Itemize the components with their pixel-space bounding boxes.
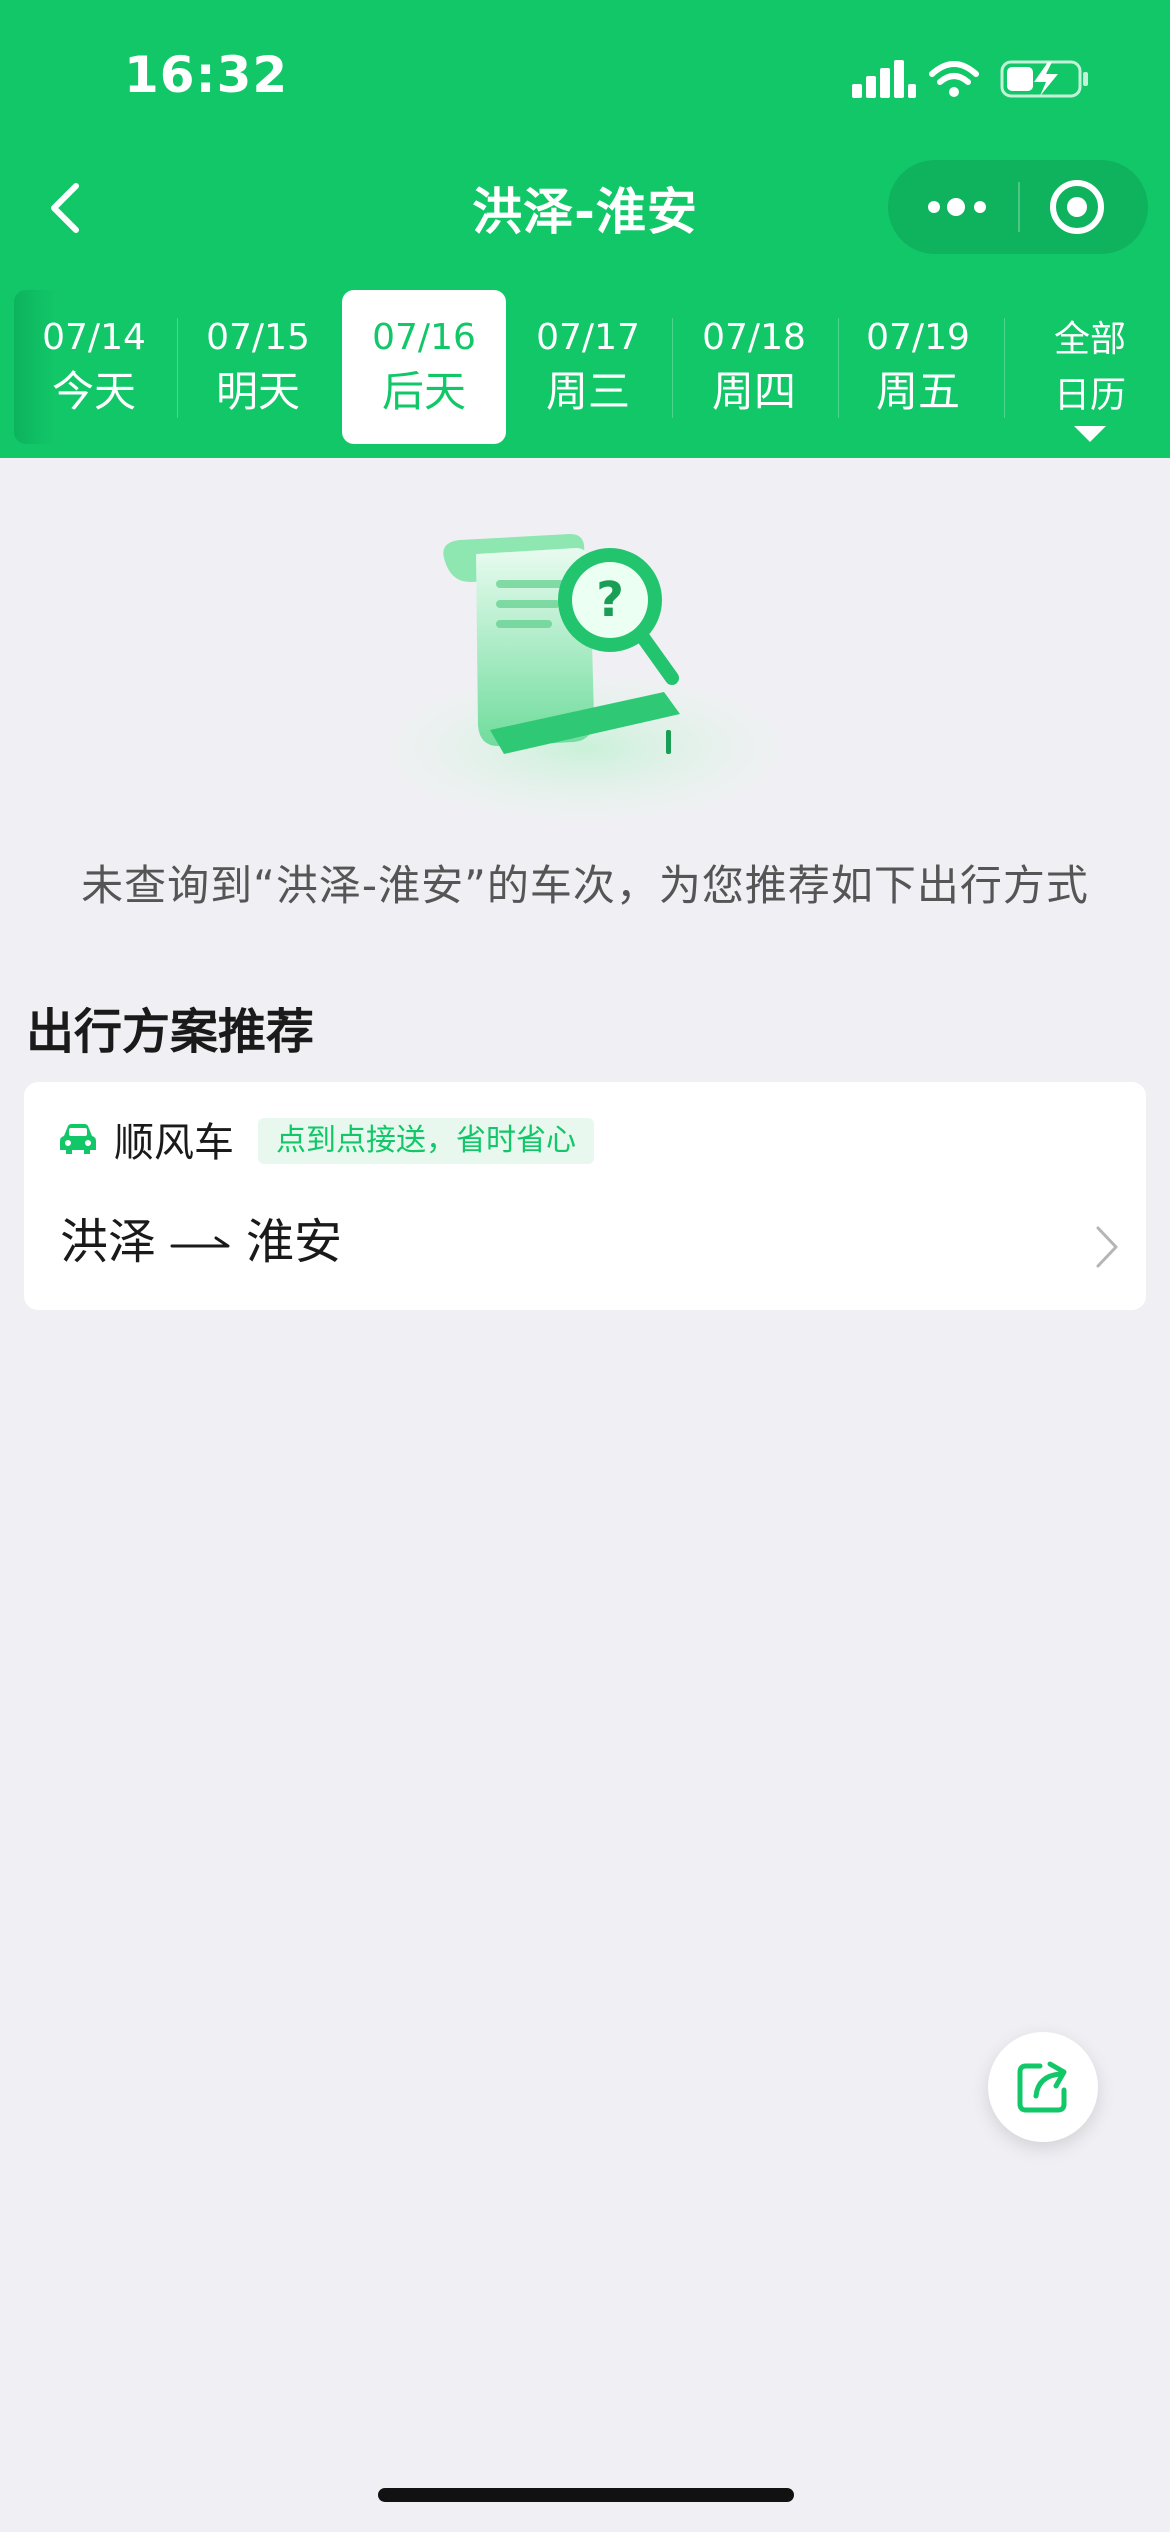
date-selector: 07/14 今天 07/15 明天 07/16 后天 07/17 周三 07/1… [0,272,1170,458]
date-label: 07/19 [866,317,970,358]
mini-program-capsule [888,160,1148,254]
date-label: 07/16 [372,317,476,358]
empty-state-message: 未查询到“洪泽-淮安”的车次，为您推荐如下出行方式 [81,861,1089,910]
home-indicator [378,2488,794,2502]
divider [1004,318,1005,418]
date-tab-5[interactable]: 07/19 周五 [836,290,1000,444]
day-label: 周三 [545,367,630,416]
chevron-right-icon [1094,1224,1120,1270]
day-label: 今天 [51,367,136,416]
status-icons [852,56,1092,100]
date-tab-4[interactable]: 07/18 周四 [672,290,836,444]
more-dots-icon [928,198,986,216]
date-tab-2[interactable]: 07/16 后天 [342,290,506,444]
option-type-label: 顺风车 [114,1120,234,1166]
target-close-icon [1050,180,1104,234]
route-to: 淮安 [246,1214,343,1270]
date-label: 07/18 [702,317,806,358]
status-indicators-icon [852,60,1088,98]
capsule-divider [1018,182,1020,232]
day-label: 周五 [875,367,960,416]
calendar-label-1: 全部 [1053,319,1126,360]
close-button[interactable] [1048,178,1106,236]
day-label: 周四 [711,367,796,416]
svg-text:?: ? [596,572,624,628]
date-label: 07/15 [206,317,310,358]
date-tab-3[interactable]: 07/17 周三 [506,290,670,444]
status-time: 16:32 [124,46,289,104]
share-button[interactable] [988,2032,1098,2142]
caret-down-icon [1074,426,1106,442]
route-from: 洪泽 [60,1214,157,1270]
share-icon [1017,2061,1067,2113]
day-label: 后天 [381,367,466,416]
search-document-icon: ? [389,534,781,820]
calendar-label-2: 日历 [1053,375,1126,416]
carpool-option-card[interactable]: 顺风车 点到点接送，省时省心 洪泽 淮安 [24,1082,1146,1310]
car-icon [58,1122,98,1156]
option-tag: 点到点接送，省时省心 [258,1118,594,1164]
arrow-right-icon [170,1236,230,1248]
date-label: 07/14 [42,317,146,358]
header: 16:32 洪泽-淮安 07/14 今天 07/15 明天 07/16 后天 0… [0,0,1170,458]
all-calendar-button[interactable]: 全部 日历 [1010,290,1170,444]
section-title: 出行方案推荐 [26,1004,315,1060]
day-label: 明天 [215,367,300,416]
date-label: 07/17 [536,317,640,358]
route-text: 洪泽 淮安 [60,1202,342,1272]
no-results-illustration: ? [380,518,800,848]
date-tab-0[interactable]: 07/14 今天 [12,290,176,444]
date-tab-1[interactable]: 07/15 明天 [176,290,340,444]
more-button[interactable] [918,182,1002,232]
